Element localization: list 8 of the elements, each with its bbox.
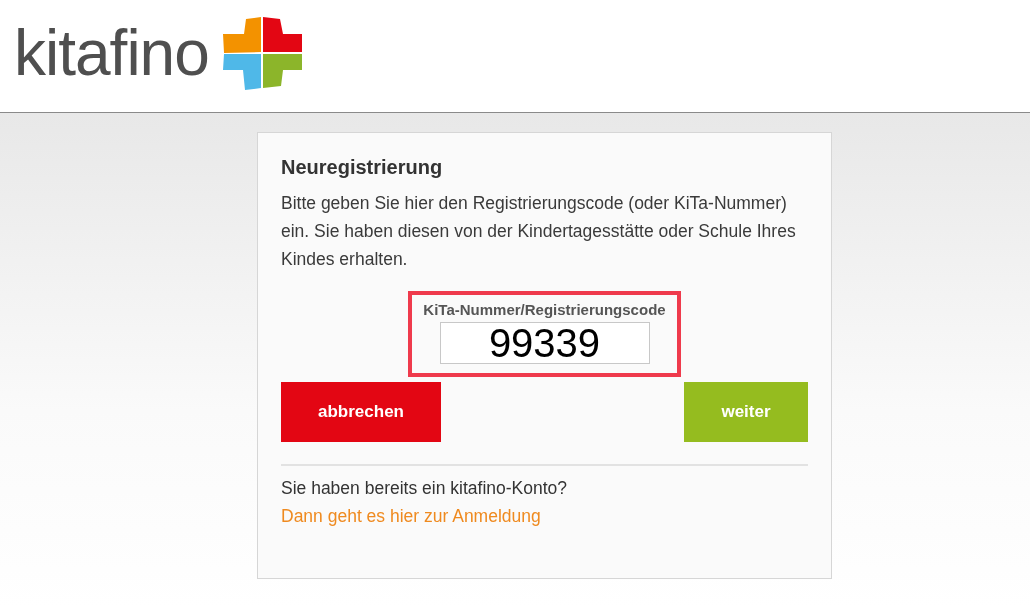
login-prompt: Sie haben bereits ein kitafino-Konto?: [281, 477, 569, 500]
card-title: Neuregistrierung: [281, 155, 444, 179]
description-text: Bitte geben Sie hier den Registrierungscode (oder KiTa-Nummer) ein. Sie haben diesen von der Kindertagesstätte oder Schule Ihres Kindes erhalten.: [281, 192, 797, 271]
cross-logo-icon: [222, 16, 302, 90]
code-input[interactable]: 99339: [439, 322, 650, 364]
code-label: KiTa-Nummer/Registrierungscode: [423, 301, 666, 319]
cancel-button[interactable]: abbrechen: [281, 382, 441, 442]
logo-wordmark: kitafino: [14, 18, 209, 88]
